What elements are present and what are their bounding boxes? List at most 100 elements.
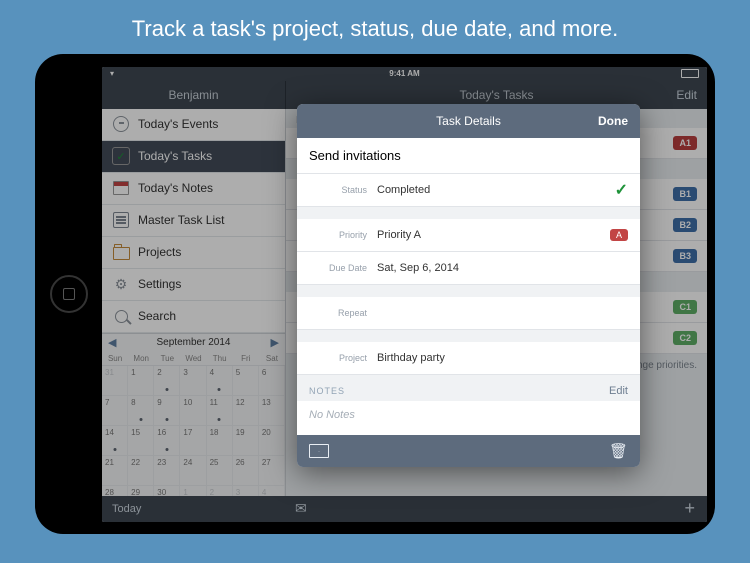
cal-dow-label: Mon	[128, 352, 154, 365]
cal-day[interactable]: 28	[102, 486, 128, 496]
cal-day[interactable]: 25	[207, 456, 233, 486]
done-button[interactable]: Done	[598, 114, 628, 128]
cal-day[interactable]: 4	[259, 486, 285, 496]
cal-day[interactable]: 23	[154, 456, 180, 486]
add-button[interactable]: +	[684, 498, 695, 519]
calendar-icon	[112, 179, 130, 197]
sidebar-item-search[interactable]: Search	[102, 301, 285, 333]
edit-notes-button[interactable]: Edit	[609, 385, 628, 397]
detail-label: Repeat	[309, 308, 367, 318]
cal-day[interactable]: 9	[154, 396, 180, 426]
bottom-toolbar: Today ✉ +	[102, 496, 707, 522]
cal-day[interactable]: 7	[102, 396, 128, 426]
promo-caption: Track a task's project, status, due date…	[0, 0, 750, 54]
user-label[interactable]: Benjamin	[102, 81, 286, 109]
cal-day[interactable]: 4	[207, 366, 233, 396]
cal-day[interactable]: 8	[128, 396, 154, 426]
edit-button[interactable]: Edit	[676, 88, 697, 102]
sidebar-item-tasks[interactable]: ✓ Today's Tasks	[102, 141, 285, 173]
cal-day[interactable]: 24	[180, 456, 206, 486]
gear-icon: ⚙	[112, 275, 130, 293]
cal-day[interactable]: 21	[102, 456, 128, 486]
cal-day[interactable]: 29	[128, 486, 154, 496]
cal-day[interactable]: 18	[207, 426, 233, 456]
wifi-icon: ▾	[110, 69, 114, 78]
clock-icon	[112, 115, 130, 133]
priority-badge: B3	[673, 249, 697, 263]
trash-icon[interactable]: 🗑	[609, 442, 628, 460]
modal-toolbar: 🗑	[297, 435, 640, 467]
cal-day[interactable]: 16	[154, 426, 180, 456]
priority-badge: C1	[673, 300, 697, 314]
search-icon	[112, 307, 130, 325]
cal-day[interactable]: 19	[233, 426, 259, 456]
cal-day[interactable]: 11	[207, 396, 233, 426]
detail-repeat[interactable]: Repeat	[297, 297, 640, 330]
detail-label: Status	[309, 185, 367, 195]
sidebar-item-label: Today's Events	[138, 117, 218, 131]
cal-day[interactable]: 20	[259, 426, 285, 456]
cal-day[interactable]: 3	[180, 366, 206, 396]
ipad-home-button[interactable]	[50, 275, 88, 313]
cal-day[interactable]: 2	[154, 366, 180, 396]
folder-icon	[112, 243, 130, 261]
cal-day[interactable]: 13	[259, 396, 285, 426]
priority-badge: A	[610, 229, 628, 241]
cal-day[interactable]: 22	[128, 456, 154, 486]
cal-day[interactable]: 3	[233, 486, 259, 496]
cal-day[interactable]: 15	[128, 426, 154, 456]
sidebar-item-label: Master Task List	[138, 213, 224, 227]
modal-title: Task Details	[436, 114, 501, 128]
app-screen: ▾ 9:41 AM Benjamin Today's Tasks Edit To…	[102, 67, 707, 522]
today-button[interactable]: Today	[102, 503, 295, 515]
mail-icon[interactable]: ✉	[295, 500, 307, 517]
cal-day[interactable]: 2	[207, 486, 233, 496]
cal-dow-label: Wed	[180, 352, 206, 365]
cal-dow-label: Fri	[233, 352, 259, 365]
cal-day[interactable]: 31	[102, 366, 128, 396]
detail-project[interactable]: Project Birthday party	[297, 342, 640, 375]
cal-day[interactable]: 5	[233, 366, 259, 396]
sidebar-item-label: Search	[138, 309, 176, 323]
cal-day[interactable]: 12	[233, 396, 259, 426]
priority-badge: B1	[673, 187, 697, 201]
battery-icon	[681, 69, 699, 78]
mini-calendar[interactable]: ◀ September 2014 ▶ SunMonTueWedThuFriSat…	[102, 333, 285, 496]
checkbox-icon: ✓	[112, 147, 130, 165]
mail-icon[interactable]	[309, 444, 329, 458]
cal-day[interactable]: 30	[154, 486, 180, 496]
detail-priority[interactable]: Priority Priority A A	[297, 219, 640, 252]
cal-day[interactable]: 10	[180, 396, 206, 426]
cal-dow-label: Tue	[154, 352, 180, 365]
cal-prev-button[interactable]: ◀	[108, 336, 116, 349]
detail-due-date[interactable]: Due Date Sat, Sep 6, 2014	[297, 252, 640, 285]
detail-status[interactable]: Status Completed ✓	[297, 174, 640, 207]
detail-label: Due Date	[309, 263, 367, 273]
status-bar: ▾ 9:41 AM	[102, 67, 707, 81]
sidebar: Today's Events ✓ Today's Tasks Today's N…	[102, 109, 286, 496]
cal-day[interactable]: 14	[102, 426, 128, 456]
cal-next-button[interactable]: ▶	[271, 336, 279, 349]
notes-body[interactable]: No Notes	[297, 401, 640, 435]
sidebar-item-settings[interactable]: ⚙ Settings	[102, 269, 285, 301]
cal-day[interactable]: 26	[233, 456, 259, 486]
detail-value: Completed	[377, 184, 615, 196]
cal-dow-label: Thu	[207, 352, 233, 365]
sidebar-item-notes[interactable]: Today's Notes	[102, 173, 285, 205]
cal-day[interactable]: 17	[180, 426, 206, 456]
notes-heading: NOTES	[309, 386, 345, 396]
detail-value: Sat, Sep 6, 2014	[377, 262, 628, 274]
sidebar-item-projects[interactable]: Projects	[102, 237, 285, 269]
cal-day[interactable]: 1	[180, 486, 206, 496]
cal-dow-label: Sun	[102, 352, 128, 365]
status-time: 9:41 AM	[389, 69, 419, 78]
sidebar-item-master[interactable]: Master Task List	[102, 205, 285, 237]
sidebar-item-events[interactable]: Today's Events	[102, 109, 285, 141]
cal-dow-label: Sat	[259, 352, 285, 365]
cal-day[interactable]: 1	[128, 366, 154, 396]
cal-day[interactable]: 27	[259, 456, 285, 486]
task-title-field[interactable]: Send invitations	[297, 138, 640, 174]
cal-day[interactable]: 6	[259, 366, 285, 396]
detail-label: Project	[309, 353, 367, 363]
priority-badge: A1	[673, 136, 697, 150]
